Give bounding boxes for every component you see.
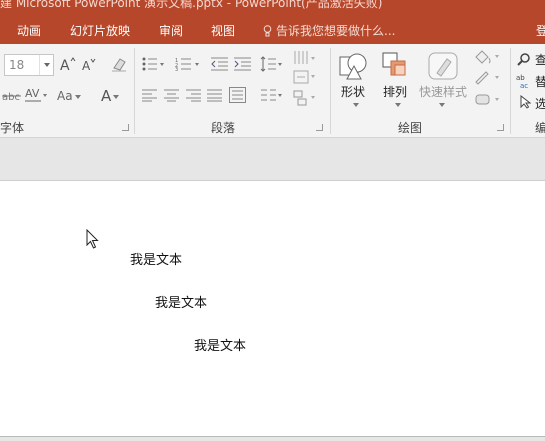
shrink-font-icon[interactable]: A [82, 58, 96, 71]
find-button[interactable]: 查 [535, 51, 545, 68]
svg-text:A: A [60, 58, 70, 71]
slide-textbox[interactable]: 我是文本 [130, 249, 182, 268]
svg-text:3: 3 [175, 67, 178, 71]
font-color-label: A [101, 87, 112, 105]
slide-canvas[interactable] [0, 180, 545, 437]
bullets-icon[interactable] [142, 57, 166, 71]
shape-fill-icon[interactable] [473, 49, 503, 65]
paragraph-dialog-launcher-icon[interactable] [316, 124, 323, 131]
slide-bottom-edge [0, 436, 545, 441]
svg-text:abc: abc [2, 92, 20, 102]
strikethrough-icon[interactable]: abc [2, 90, 22, 102]
change-case-label: Aa [57, 89, 73, 103]
increase-indent-icon[interactable] [234, 57, 252, 71]
signin-link[interactable]: 登 [536, 22, 545, 39]
editing-group-label: 编 [535, 121, 545, 135]
title-bar: 建 Microsoft PowerPoint 演示文稿.pptx - Power… [0, 0, 545, 15]
tell-me-box[interactable]: 告诉我您想要做什么... [263, 22, 395, 39]
align-right-icon[interactable] [186, 89, 202, 102]
tab-slideshow[interactable]: 幻灯片放映 [70, 22, 130, 39]
tab-review[interactable]: 审阅 [159, 22, 183, 39]
font-dialog-launcher-icon[interactable] [122, 124, 129, 131]
shapes-label: 形状 [341, 85, 366, 99]
select-icon[interactable] [519, 95, 531, 109]
shape-outline-icon[interactable] [473, 70, 503, 86]
text-direction-icon[interactable] [293, 50, 317, 68]
drawing-group-label: 绘图 [398, 121, 423, 135]
numbering-icon[interactable]: 123 [175, 57, 201, 71]
ribbon-tabs: 动画 幻灯片放映 审阅 视图 告诉我您想要做什么... 登 [0, 15, 545, 44]
chevron-down-icon[interactable] [39, 55, 53, 75]
window-title: 建 Microsoft PowerPoint 演示文稿.pptx - Power… [0, 0, 383, 10]
group-divider [134, 48, 135, 134]
grow-font-icon[interactable]: A [60, 57, 76, 71]
shape-effects-icon[interactable] [473, 92, 503, 108]
chevron-down-icon [113, 94, 120, 99]
quick-styles-button[interactable]: 快速样式 [419, 83, 467, 100]
font-color-button[interactable]: A [101, 87, 120, 105]
distributed-align-icon[interactable] [229, 87, 247, 103]
font-group-label: 字体 [0, 121, 25, 135]
quick-styles-label: 快速样式 [419, 85, 468, 99]
smartart-convert-icon[interactable] [293, 90, 317, 106]
font-size-select[interactable]: 18 [4, 54, 54, 76]
replace-icon[interactable]: ab ac [516, 73, 534, 89]
svg-text:AV: AV [25, 87, 40, 100]
align-text-icon[interactable] [293, 70, 317, 84]
arrange-icon[interactable] [381, 51, 411, 81]
arrange-label: 排列 [383, 85, 408, 99]
shapes-button[interactable]: 形状 [341, 83, 365, 100]
line-spacing-icon[interactable] [260, 56, 284, 72]
chevron-down-icon [74, 94, 81, 99]
chevron-down-icon[interactable] [395, 103, 401, 107]
character-spacing-icon[interactable]: AV [24, 86, 48, 104]
align-left-icon[interactable] [142, 89, 158, 102]
find-icon[interactable] [517, 53, 531, 67]
editor-background [0, 138, 545, 180]
quick-styles-icon[interactable] [427, 51, 459, 81]
drawing-dialog-launcher-icon[interactable] [497, 124, 504, 131]
arrange-button[interactable]: 排列 [383, 83, 407, 100]
svg-text:A: A [82, 59, 91, 71]
decrease-indent-icon[interactable] [211, 57, 229, 71]
align-center-icon[interactable] [164, 89, 180, 102]
group-divider [510, 48, 511, 134]
mouse-pointer-icon [86, 228, 99, 253]
slide-textbox[interactable]: 我是文本 [155, 292, 207, 311]
ribbon: 18 A A abc AV Aa A 字体 123 段落 形状 排列 快速样式 … [0, 44, 545, 138]
chevron-down-icon[interactable] [353, 103, 359, 107]
tab-view[interactable]: 视图 [211, 22, 235, 39]
tell-me-text: 告诉我您想要做什么... [276, 24, 396, 38]
slide-textbox[interactable]: 我是文本 [194, 335, 246, 354]
tab-animations[interactable]: 动画 [17, 22, 41, 39]
shapes-icon[interactable] [337, 51, 369, 81]
change-case-button[interactable]: Aa [57, 89, 81, 103]
replace-button[interactable]: 替 [535, 73, 545, 90]
justify-icon[interactable] [207, 89, 223, 102]
svg-text:ac: ac [520, 82, 528, 89]
columns-icon[interactable] [261, 89, 283, 102]
font-size-value: 18 [9, 58, 25, 72]
chevron-down-icon[interactable] [439, 103, 445, 107]
svg-text:ab: ab [516, 74, 525, 82]
lightbulb-icon [263, 25, 272, 37]
select-button[interactable]: 选 [535, 95, 545, 112]
clear-formatting-icon[interactable] [110, 56, 128, 72]
paragraph-group-label: 段落 [211, 121, 236, 135]
group-divider [330, 48, 331, 134]
